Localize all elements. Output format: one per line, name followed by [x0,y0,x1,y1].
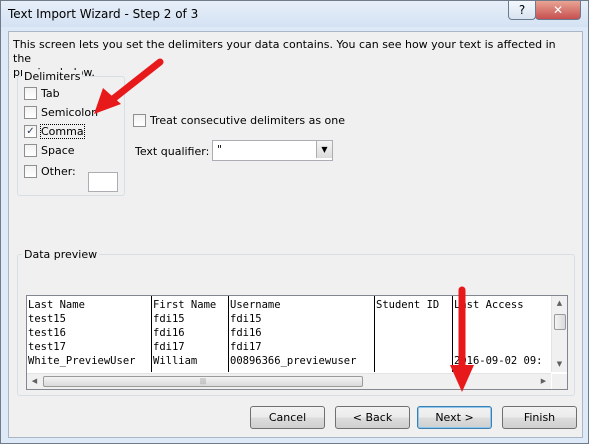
data-preview-group: Data preview Last Name First Name Userna… [17,248,575,396]
table-cell: Last Name [28,299,85,311]
semicolon-checkbox[interactable] [24,106,37,119]
scroll-left-icon[interactable]: ◀ [27,374,42,389]
vertical-scrollbar[interactable]: ▲ ▼ [551,296,567,372]
consecutive-checkbox[interactable] [133,114,146,127]
table-cell [453,313,551,326]
table-cell [453,341,551,354]
other-checkbox[interactable] [24,165,37,178]
horizontal-scroll-thumb[interactable]: ||| [43,376,363,387]
scroll-down-icon[interactable]: ▼ [552,357,567,372]
other-delimiter-input[interactable] [88,172,118,192]
finish-button[interactable]: Finish [502,406,577,429]
table-cell [375,327,452,340]
table-cell: First Name [153,299,217,311]
table-cell [375,341,452,354]
table-cell: Username [230,299,281,311]
data-preview-grid[interactable]: Last Name First Name Username Student ID… [26,295,568,390]
tab-option[interactable]: Tab [24,87,60,100]
intro-line-1: This screen lets you set the delimiters … [13,38,556,65]
comma-checkbox[interactable]: ✓ [24,125,37,138]
delimiters-legend: Delimiters [22,70,83,83]
scroll-right-icon[interactable]: ▶ [536,374,551,389]
intro-text: This screen lets you set the delimiters … [13,38,573,80]
space-label[interactable]: Space [41,144,75,157]
scrollbar-corner [552,374,567,389]
table-cell: Student ID [376,299,440,311]
table-row: test16 fdi16 fdi16 [27,327,551,340]
table-cell: fdi17 [153,341,185,353]
table-cell: fdi16 [153,327,185,339]
table-cell: fdi17 [230,341,262,353]
text-import-wizard-dialog: Text Import Wizard - Step 2 of 3 ? ✕ Thi… [0,0,589,444]
text-qualifier-value: " [217,143,223,156]
table-cell: test16 [28,327,66,339]
window-title: Text Import Wizard - Step 2 of 3 [8,7,199,21]
help-button[interactable]: ? [508,1,536,20]
table-cell: William [153,355,198,367]
table-cell [453,327,551,340]
back-button[interactable]: < Back [335,406,410,429]
table-row: test17 fdi17 fdi17 [27,341,551,354]
table-row: White_PreviewUser William 00896366_previ… [27,355,551,368]
close-button[interactable]: ✕ [535,1,581,20]
data-preview-legend: Data preview [22,248,100,261]
table-cell: 2016-09-02 09: [454,355,543,367]
consecutive-label[interactable]: Treat consecutive delimiters as one [150,114,345,127]
scroll-up-icon[interactable]: ▲ [552,296,567,311]
comma-label[interactable]: Comma [40,124,85,139]
preview-cells: Last Name First Name Username Student ID… [27,296,551,372]
comma-option[interactable]: ✓ Comma [24,124,85,139]
space-checkbox[interactable] [24,144,37,157]
tab-label[interactable]: Tab [41,87,60,100]
table-cell: test15 [28,313,66,325]
title-bar: Text Import Wizard - Step 2 of 3 ? ✕ [1,1,588,27]
next-button[interactable]: Next > [417,406,492,429]
table-cell: 00896366_previewuser [230,355,357,367]
table-cell [375,313,452,326]
table-row: Last Name First Name Username Student ID… [27,299,551,312]
table-cell: fdi15 [230,313,262,325]
other-label[interactable]: Other: [41,165,76,178]
horizontal-scrollbar[interactable]: ◀ ||| ▶ [27,373,551,389]
table-cell [375,355,452,368]
table-cell: White_PreviewUser [28,355,136,367]
other-option[interactable]: Other: [24,165,76,178]
semicolon-option[interactable]: Semicolon [24,106,98,119]
table-cell: fdi16 [230,327,262,339]
tab-checkbox[interactable] [24,87,37,100]
table-cell: Last Access [454,299,524,311]
vertical-scroll-thumb[interactable] [554,314,566,330]
cancel-button[interactable]: Cancel [250,406,325,429]
space-option[interactable]: Space [24,144,75,157]
semicolon-label[interactable]: Semicolon [41,106,98,119]
wizard-body: This screen lets you set the delimiters … [8,31,583,438]
table-cell: test17 [28,341,66,353]
dropdown-arrow-icon[interactable]: ▼ [316,141,332,158]
delimiters-group: Delimiters Tab Semicolon ✓ Comma Space O… [17,70,125,196]
table-row: test15 fdi15 fdi15 [27,313,551,326]
consecutive-option[interactable]: Treat consecutive delimiters as one [133,114,345,127]
text-qualifier-select[interactable]: " ▼ [212,140,333,161]
table-cell: fdi15 [153,313,185,325]
text-qualifier-label: Text qualifier: [135,145,210,158]
